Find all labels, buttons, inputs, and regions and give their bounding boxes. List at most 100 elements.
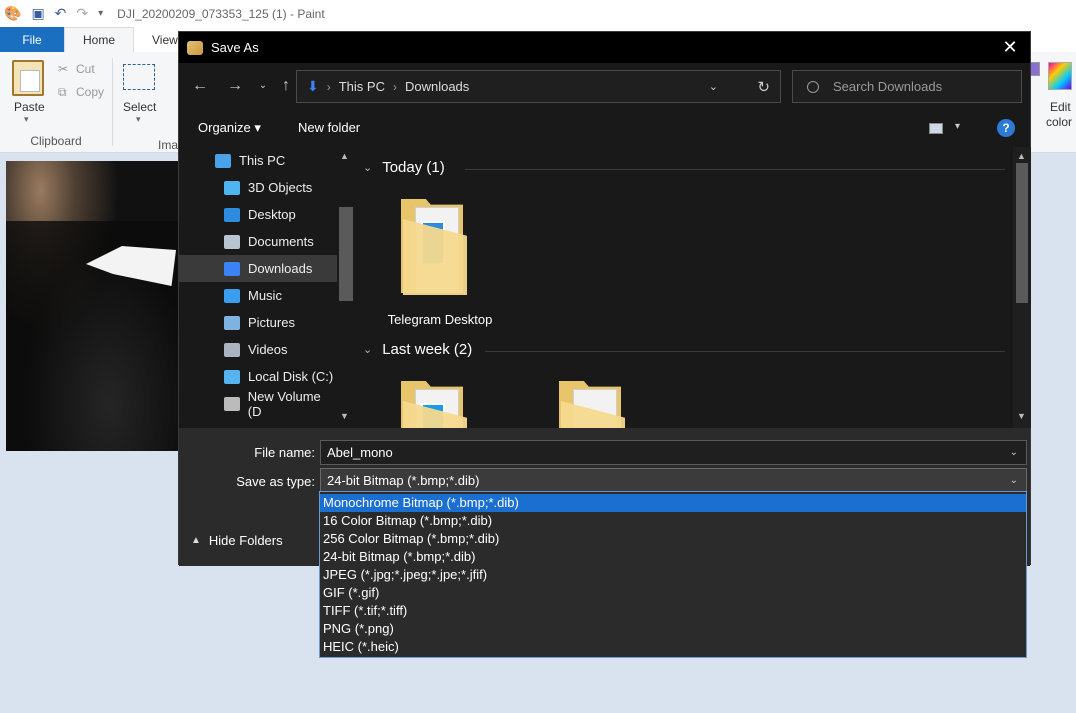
dropdown-option[interactable]: 256 Color Bitmap (*.bmp;*.dib)	[320, 530, 1026, 548]
view-dropdown-chevron-icon[interactable]: ▾	[955, 121, 960, 132]
nav-item-documents[interactable]: Documents	[179, 228, 337, 255]
redo-icon[interactable]: ↷	[76, 5, 88, 22]
organize-button[interactable]: Organize ▾	[198, 120, 261, 136]
download-icon	[224, 261, 240, 276]
scroll-up-icon[interactable]: ▲	[340, 151, 349, 161]
dropdown-option[interactable]: 16 Color Bitmap (*.bmp;*.dib)	[320, 512, 1026, 530]
select-button[interactable]: Select	[123, 100, 156, 114]
paste-icon[interactable]	[12, 60, 44, 96]
scroll-up-icon[interactable]: ▲	[1017, 151, 1026, 161]
group-divider	[465, 169, 1005, 170]
tab-home[interactable]: Home	[64, 27, 135, 52]
scroll-down-icon[interactable]: ▼	[340, 411, 349, 421]
edit-colors-label-line2: color	[1046, 115, 1073, 129]
file-name-dropdown-chevron-icon[interactable]: ⌄	[1010, 447, 1018, 458]
computer-icon	[215, 153, 231, 168]
breadcrumb-downloads[interactable]: Downloads	[405, 79, 469, 94]
folder-telegram-desktop[interactable]	[395, 191, 475, 295]
back-arrow-icon[interactable]: ←	[189, 75, 211, 97]
dropdown-option[interactable]: TIFF (*.tif;*.tiff)	[320, 602, 1026, 620]
nav-item-new-volume[interactable]: New Volume (D	[179, 388, 337, 419]
tab-file[interactable]: File	[0, 27, 64, 52]
save-as-type-select[interactable]: 24-bit Bitmap (*.bmp;*.dib) ⌄	[320, 468, 1027, 493]
nav-item-videos[interactable]: Videos	[179, 336, 337, 363]
file-list-scrollbar[interactable]: ▲ ▼	[1013, 147, 1031, 428]
collapse-chevron-icon[interactable]: ⌄	[363, 343, 372, 356]
address-bar[interactable]: ⬇ › This PC › Downloads ⌄ ↻	[296, 70, 781, 103]
up-arrow-icon[interactable]: ↑	[275, 75, 297, 97]
color-wheel-icon	[1048, 62, 1072, 90]
image-group-label: Ima	[158, 138, 179, 152]
nav-pane-scrollbar[interactable]: ▲ ▼	[337, 147, 355, 428]
nav-item-desktop[interactable]: Desktop	[179, 201, 337, 228]
save-icon[interactable]: ▣	[31, 5, 44, 22]
save-as-type-dropdown-chevron-icon[interactable]: ⌄	[1010, 475, 1018, 486]
dropdown-option[interactable]: 24-bit Bitmap (*.bmp;*.dib)	[320, 548, 1026, 566]
dropdown-option[interactable]: GIF (*.gif)	[320, 584, 1026, 602]
collapse-chevron-icon[interactable]: ⌄	[363, 161, 372, 174]
paste-dropdown-icon[interactable]: ▾	[24, 114, 29, 125]
hide-folders-label: Hide Folders	[208, 533, 283, 548]
folder-label[interactable]: Telegram Desktop	[365, 312, 515, 327]
paint-titlebar: 🎨 ▣ ↶ ↷ ▾ DJI_20200209_073353_125 (1) - …	[0, 0, 1076, 27]
dropdown-option[interactable]: HEIC (*.heic)	[320, 638, 1026, 656]
group-header-label: Today (1)	[382, 159, 445, 176]
file-name-input[interactable]: Abel_mono ⌄	[320, 440, 1027, 465]
dropdown-option[interactable]: Monochrome Bitmap (*.bmp;*.dib)	[320, 494, 1026, 512]
save-as-type-value[interactable]: 24-bit Bitmap (*.bmp;*.dib)	[327, 473, 479, 488]
breadcrumb-separator-icon[interactable]: ›	[327, 80, 331, 94]
recent-locations-chevron-icon[interactable]: ⌄	[252, 75, 274, 97]
view-options-icon[interactable]	[929, 123, 943, 134]
breadcrumb-separator-icon[interactable]: ›	[393, 80, 397, 94]
scroll-thumb[interactable]	[339, 207, 353, 301]
folder-item[interactable]	[395, 373, 475, 428]
refresh-icon[interactable]: ↻	[757, 78, 770, 96]
folder-item[interactable]	[553, 373, 633, 428]
cut-button[interactable]: Cut	[76, 62, 95, 76]
ribbon-divider	[112, 58, 113, 146]
group-header-today[interactable]: ⌄ Today (1)	[363, 159, 445, 176]
canvas-image[interactable]	[6, 161, 178, 451]
nav-item-label: New Volume (D	[247, 388, 321, 419]
cube-icon	[224, 180, 240, 195]
forward-arrow-icon[interactable]: →	[224, 75, 246, 97]
nav-item-this-pc[interactable]: This PC	[179, 147, 337, 174]
hide-folders-button[interactable]: ▲ Hide Folders	[191, 533, 283, 548]
copy-icon[interactable]: ⧉	[58, 85, 67, 100]
search-box[interactable]	[792, 70, 1022, 103]
help-icon[interactable]: ?	[997, 119, 1015, 137]
copy-button[interactable]: Copy	[76, 85, 104, 99]
address-dropdown-chevron-icon[interactable]: ⌄	[709, 80, 718, 93]
edit-colors-button[interactable]: Edit color	[1044, 58, 1076, 152]
search-input[interactable]	[833, 79, 1013, 94]
nav-item-label: Downloads	[248, 261, 313, 276]
nav-item-pictures[interactable]: Pictures	[179, 309, 337, 336]
paste-button[interactable]: Paste	[14, 100, 45, 114]
drive-icon	[224, 396, 240, 411]
save-as-dialog: Save As ✕ ← → ⌄ ↑ ⬇ › This PC › Download…	[178, 31, 1031, 566]
customize-quick-access-icon[interactable]: ▾	[98, 8, 103, 19]
search-icon	[807, 80, 819, 93]
select-dropdown-icon[interactable]: ▾	[136, 114, 141, 125]
dropdown-option[interactable]: PNG (*.png)	[320, 620, 1026, 638]
nav-item-3d-objects[interactable]: 3D Objects	[179, 174, 337, 201]
save-as-type-dropdown-list[interactable]: Monochrome Bitmap (*.bmp;*.dib) 16 Color…	[319, 491, 1027, 658]
nav-item-label: This PC	[239, 153, 286, 168]
nav-item-label: 3D Objects	[248, 180, 313, 195]
file-name-value[interactable]: Abel_mono	[327, 445, 393, 460]
select-icon[interactable]	[123, 64, 155, 90]
nav-item-downloads[interactable]: Downloads	[179, 255, 337, 282]
cut-icon[interactable]: ✂	[58, 62, 68, 76]
group-header-last-week[interactable]: ⌄ Last week (2)	[363, 341, 472, 358]
file-list: ⌄ Today (1) Telegram Desktop ⌄ Last week…	[355, 147, 1014, 428]
nav-item-music[interactable]: Music	[179, 282, 337, 309]
scroll-thumb[interactable]	[1016, 163, 1028, 303]
close-button[interactable]: ✕	[1000, 37, 1020, 57]
undo-icon[interactable]: ↶	[55, 5, 67, 22]
breadcrumb-this-pc[interactable]: This PC	[339, 79, 385, 94]
new-folder-button[interactable]: New folder	[298, 120, 360, 135]
dropdown-option[interactable]: JPEG (*.jpg;*.jpeg;*.jpe;*.jfif)	[320, 566, 1026, 584]
nav-item-local-disk[interactable]: Local Disk (C:)	[179, 363, 337, 390]
scroll-down-icon[interactable]: ▼	[1017, 411, 1026, 421]
clipboard-group-label: Clipboard	[30, 134, 82, 148]
